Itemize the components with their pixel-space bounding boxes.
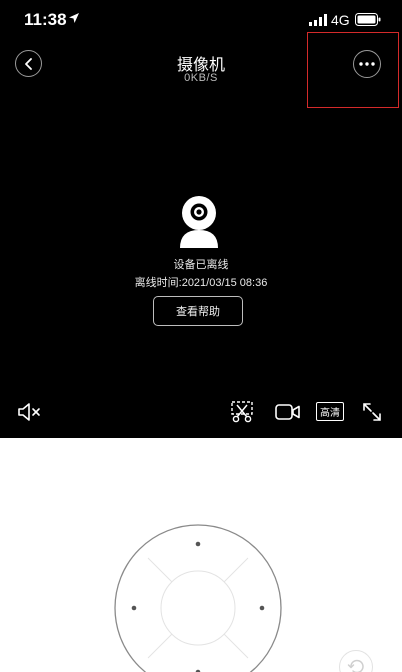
mute-icon xyxy=(18,403,40,421)
rotate-icon xyxy=(347,659,364,672)
video-record-icon xyxy=(275,404,300,420)
offline-time-text: 离线时间:2021/03/15 08:36 xyxy=(134,277,268,289)
status-time: 11:38 xyxy=(24,10,67,29)
network-type: 4G xyxy=(331,12,350,28)
fullscreen-icon xyxy=(363,403,381,421)
mute-button[interactable] xyxy=(16,399,42,425)
battery-icon xyxy=(355,13,381,26)
screenshot-clip-button[interactable] xyxy=(229,399,255,425)
location-arrow-icon xyxy=(69,13,79,23)
signal-icon xyxy=(309,14,327,26)
camera-icon xyxy=(180,196,218,248)
rotate-button[interactable] xyxy=(339,650,373,672)
direction-control-pad[interactable] xyxy=(113,523,283,672)
pad-right-dot[interactable] xyxy=(259,605,265,611)
offline-status-text: 设备已离线 xyxy=(173,259,229,271)
help-button[interactable]: 查看帮助 xyxy=(153,296,243,326)
pad-left-dot[interactable] xyxy=(131,605,137,611)
fullscreen-button[interactable] xyxy=(361,399,383,425)
scissors-icon xyxy=(231,401,253,423)
quality-toggle[interactable]: 高清 xyxy=(316,402,344,421)
record-button[interactable] xyxy=(274,399,302,425)
pad-up-dot[interactable] xyxy=(195,541,201,547)
video-area: 11:38 4G 摄像机 0KB/S 设备已离线 离线时间:2021/03/15… xyxy=(0,0,402,438)
highlight-annotation-box xyxy=(307,32,399,108)
